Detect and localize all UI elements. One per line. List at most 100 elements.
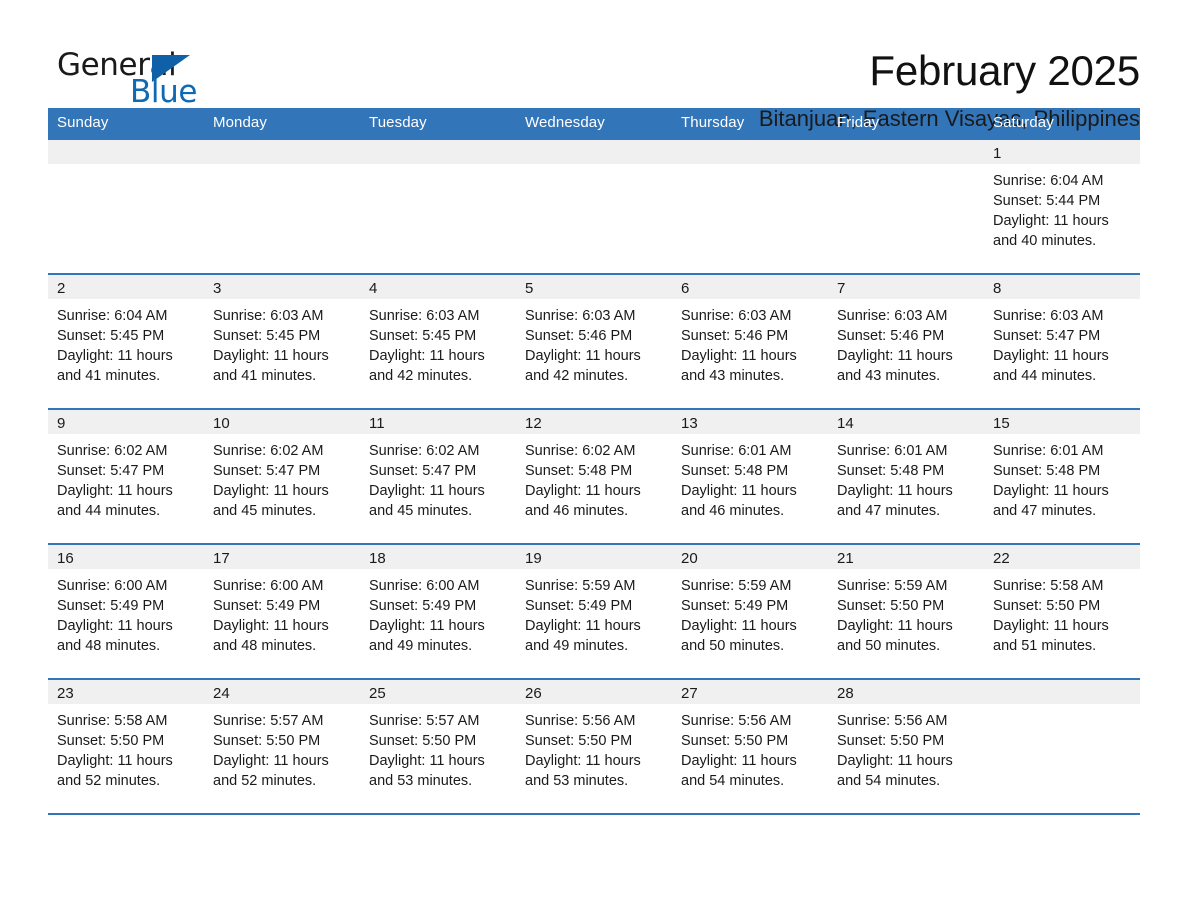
calendar-day-cell[interactable]: 11 Sunrise: 6:02 AM Sunset: 5:47 PM Dayligh… xyxy=(360,408,516,544)
sunset-text: Sunset: 5:49 PM xyxy=(681,598,789,614)
daylight-text: Daylight: 11 hours xyxy=(681,348,797,364)
day-details: Sunrise: 6:03 AM Sunset: 5:46 PM Daylight:… xyxy=(516,299,672,386)
daylight-text: Daylight: 11 hours xyxy=(57,618,173,634)
calendar-day-cell[interactable]: 10 Sunrise: 6:02 AM Sunset: 5:47 PM Dayligh… xyxy=(204,408,360,544)
day-number: 15 xyxy=(984,410,1140,434)
sunrise-text: Sunrise: 5:59 AM xyxy=(681,578,792,594)
calendar-day-cell[interactable]: 18 Sunrise: 6:00 AM Sunset: 5:49 PM Dayligh… xyxy=(360,543,516,679)
daylight-text-cont: and 48 minutes. xyxy=(213,638,317,654)
sunset-text: Sunset: 5:46 PM xyxy=(681,328,789,344)
calendar-week-row: 2 Sunrise: 6:04 AM Sunset: 5:45 PM Daylight… xyxy=(48,273,1140,409)
calendar-day-cell[interactable]: 12 Sunrise: 6:02 AM Sunset: 5:48 PM Dayligh… xyxy=(516,408,672,544)
day-number: 24 xyxy=(204,680,360,704)
daylight-text: Daylight: 11 hours xyxy=(369,348,485,364)
day-number xyxy=(48,140,204,164)
calendar-day-cell[interactable]: 13 Sunrise: 6:01 AM Sunset: 5:48 PM Dayligh… xyxy=(672,408,828,544)
sunrise-text: Sunrise: 6:00 AM xyxy=(213,578,324,594)
sunset-text: Sunset: 5:49 PM xyxy=(57,598,165,614)
calendar-day-cell[interactable]: 16 Sunrise: 6:00 AM Sunset: 5:49 PM Dayligh… xyxy=(48,543,204,679)
daylight-text: Daylight: 11 hours xyxy=(57,753,173,769)
daylight-text-cont: and 45 minutes. xyxy=(369,503,473,519)
calendar-day-cell[interactable]: 5 Sunrise: 6:03 AM Sunset: 5:46 PM Daylight… xyxy=(516,273,672,409)
day-details: Sunrise: 6:03 AM Sunset: 5:45 PM Daylight:… xyxy=(204,299,360,386)
sunset-text: Sunset: 5:46 PM xyxy=(837,328,945,344)
calendar-week-row: 16 Sunrise: 6:00 AM Sunset: 5:49 PM Dayligh… xyxy=(48,543,1140,679)
calendar-day-cell[interactable]: 6 Sunrise: 6:03 AM Sunset: 5:46 PM Daylight… xyxy=(672,273,828,409)
sunset-text: Sunset: 5:50 PM xyxy=(993,598,1101,614)
sunrise-text: Sunrise: 5:57 AM xyxy=(213,713,324,729)
sunset-text: Sunset: 5:45 PM xyxy=(213,328,321,344)
calendar-day-cell[interactable]: 1 Sunrise: 6:04 AM Sunset: 5:44 PM Daylight… xyxy=(984,138,1140,274)
calendar-day-cell[interactable]: 28 Sunrise: 5:56 AM Sunset: 5:50 PM Dayligh… xyxy=(828,678,984,815)
day-details: Sunrise: 5:56 AM Sunset: 5:50 PM Daylight:… xyxy=(516,704,672,791)
sunrise-text: Sunrise: 6:01 AM xyxy=(993,443,1104,459)
daylight-text-cont: and 53 minutes. xyxy=(369,773,473,789)
calendar-day-cell[interactable]: 4 Sunrise: 6:03 AM Sunset: 5:45 PM Daylight… xyxy=(360,273,516,409)
daylight-text: Daylight: 11 hours xyxy=(681,483,797,499)
day-number: 13 xyxy=(672,410,828,434)
day-details: Sunrise: 5:58 AM Sunset: 5:50 PM Daylight:… xyxy=(984,569,1140,656)
logo-text-blue: Blue xyxy=(130,74,197,110)
sunset-text: Sunset: 5:47 PM xyxy=(993,328,1101,344)
sunset-text: Sunset: 5:48 PM xyxy=(681,463,789,479)
day-details: Sunrise: 5:57 AM Sunset: 5:50 PM Daylight:… xyxy=(360,704,516,791)
daylight-text-cont: and 43 minutes. xyxy=(681,368,785,384)
daylight-text-cont: and 44 minutes. xyxy=(993,368,1097,384)
day-details: Sunrise: 6:02 AM Sunset: 5:47 PM Daylight:… xyxy=(48,434,204,521)
daylight-text: Daylight: 11 hours xyxy=(525,483,641,499)
calendar-day-cell[interactable]: 3 Sunrise: 6:03 AM Sunset: 5:45 PM Daylight… xyxy=(204,273,360,409)
calendar-day-cell[interactable]: 21 Sunrise: 5:59 AM Sunset: 5:50 PM Dayligh… xyxy=(828,543,984,679)
day-number: 22 xyxy=(984,545,1140,569)
day-number xyxy=(360,140,516,164)
sunset-text: Sunset: 5:48 PM xyxy=(525,463,633,479)
sunset-text: Sunset: 5:47 PM xyxy=(57,463,165,479)
daylight-text: Daylight: 11 hours xyxy=(993,618,1109,634)
daylight-text-cont: and 40 minutes. xyxy=(993,233,1097,249)
calendar-day-cell[interactable]: 7 Sunrise: 6:03 AM Sunset: 5:46 PM Daylight… xyxy=(828,273,984,409)
day-details: Sunrise: 6:04 AM Sunset: 5:45 PM Daylight:… xyxy=(48,299,204,386)
calendar-day-cell[interactable]: 22 Sunrise: 5:58 AM Sunset: 5:50 PM Dayligh… xyxy=(984,543,1140,679)
calendar-day-cell[interactable]: 27 Sunrise: 5:56 AM Sunset: 5:50 PM Dayligh… xyxy=(672,678,828,815)
sunrise-text: Sunrise: 6:01 AM xyxy=(681,443,792,459)
sunrise-text: Sunrise: 6:03 AM xyxy=(213,308,324,324)
day-details: Sunrise: 6:01 AM Sunset: 5:48 PM Daylight:… xyxy=(672,434,828,521)
sunset-text: Sunset: 5:48 PM xyxy=(837,463,945,479)
daylight-text: Daylight: 11 hours xyxy=(681,618,797,634)
calendar-day-cell[interactable]: 26 Sunrise: 5:56 AM Sunset: 5:50 PM Dayligh… xyxy=(516,678,672,815)
calendar-day-cell[interactable]: 14 Sunrise: 6:01 AM Sunset: 5:48 PM Dayligh… xyxy=(828,408,984,544)
daylight-text: Daylight: 11 hours xyxy=(369,618,485,634)
calendar-day-cell[interactable]: 24 Sunrise: 5:57 AM Sunset: 5:50 PM Dayligh… xyxy=(204,678,360,815)
calendar-day-cell[interactable]: 20 Sunrise: 5:59 AM Sunset: 5:49 PM Dayligh… xyxy=(672,543,828,679)
daylight-text-cont: and 47 minutes. xyxy=(993,503,1097,519)
daylight-text: Daylight: 11 hours xyxy=(837,618,953,634)
calendar-day-cell[interactable]: 9 Sunrise: 6:02 AM Sunset: 5:47 PM Daylight… xyxy=(48,408,204,544)
daylight-text-cont: and 49 minutes. xyxy=(369,638,473,654)
sunrise-text: Sunrise: 6:02 AM xyxy=(213,443,324,459)
sunset-text: Sunset: 5:50 PM xyxy=(681,733,789,749)
daylight-text-cont: and 44 minutes. xyxy=(57,503,161,519)
daylight-text-cont: and 41 minutes. xyxy=(213,368,317,384)
calendar-day-cell[interactable]: 2 Sunrise: 6:04 AM Sunset: 5:45 PM Daylight… xyxy=(48,273,204,409)
sunrise-text: Sunrise: 6:03 AM xyxy=(525,308,636,324)
calendar-day-cell[interactable]: 15 Sunrise: 6:01 AM Sunset: 5:48 PM Dayligh… xyxy=(984,408,1140,544)
calendar-day-cell[interactable]: 8 Sunrise: 6:03 AM Sunset: 5:47 PM Daylight… xyxy=(984,273,1140,409)
daylight-text-cont: and 52 minutes. xyxy=(213,773,317,789)
daylight-text-cont: and 43 minutes. xyxy=(837,368,941,384)
sunset-text: Sunset: 5:50 PM xyxy=(837,598,945,614)
day-number: 17 xyxy=(204,545,360,569)
daylight-text-cont: and 41 minutes. xyxy=(57,368,161,384)
day-details: Sunrise: 6:01 AM Sunset: 5:48 PM Daylight:… xyxy=(828,434,984,521)
sunrise-text: Sunrise: 5:58 AM xyxy=(993,578,1104,594)
day-number: 16 xyxy=(48,545,204,569)
daylight-text-cont: and 46 minutes. xyxy=(525,503,629,519)
calendar-day-cell[interactable]: 17 Sunrise: 6:00 AM Sunset: 5:49 PM Dayligh… xyxy=(204,543,360,679)
sunset-text: Sunset: 5:45 PM xyxy=(369,328,477,344)
daylight-text: Daylight: 11 hours xyxy=(369,753,485,769)
calendar-day-cell[interactable]: 25 Sunrise: 5:57 AM Sunset: 5:50 PM Dayligh… xyxy=(360,678,516,815)
sunset-text: Sunset: 5:49 PM xyxy=(525,598,633,614)
calendar-day-cell[interactable]: 23 Sunrise: 5:58 AM Sunset: 5:50 PM Dayligh… xyxy=(48,678,204,815)
generalblue-logo[interactable]: General Blue xyxy=(48,44,198,114)
calendar-day-cell[interactable]: 19 Sunrise: 5:59 AM Sunset: 5:49 PM Dayligh… xyxy=(516,543,672,679)
sunset-text: Sunset: 5:45 PM xyxy=(57,328,165,344)
day-number: 9 xyxy=(48,410,204,434)
